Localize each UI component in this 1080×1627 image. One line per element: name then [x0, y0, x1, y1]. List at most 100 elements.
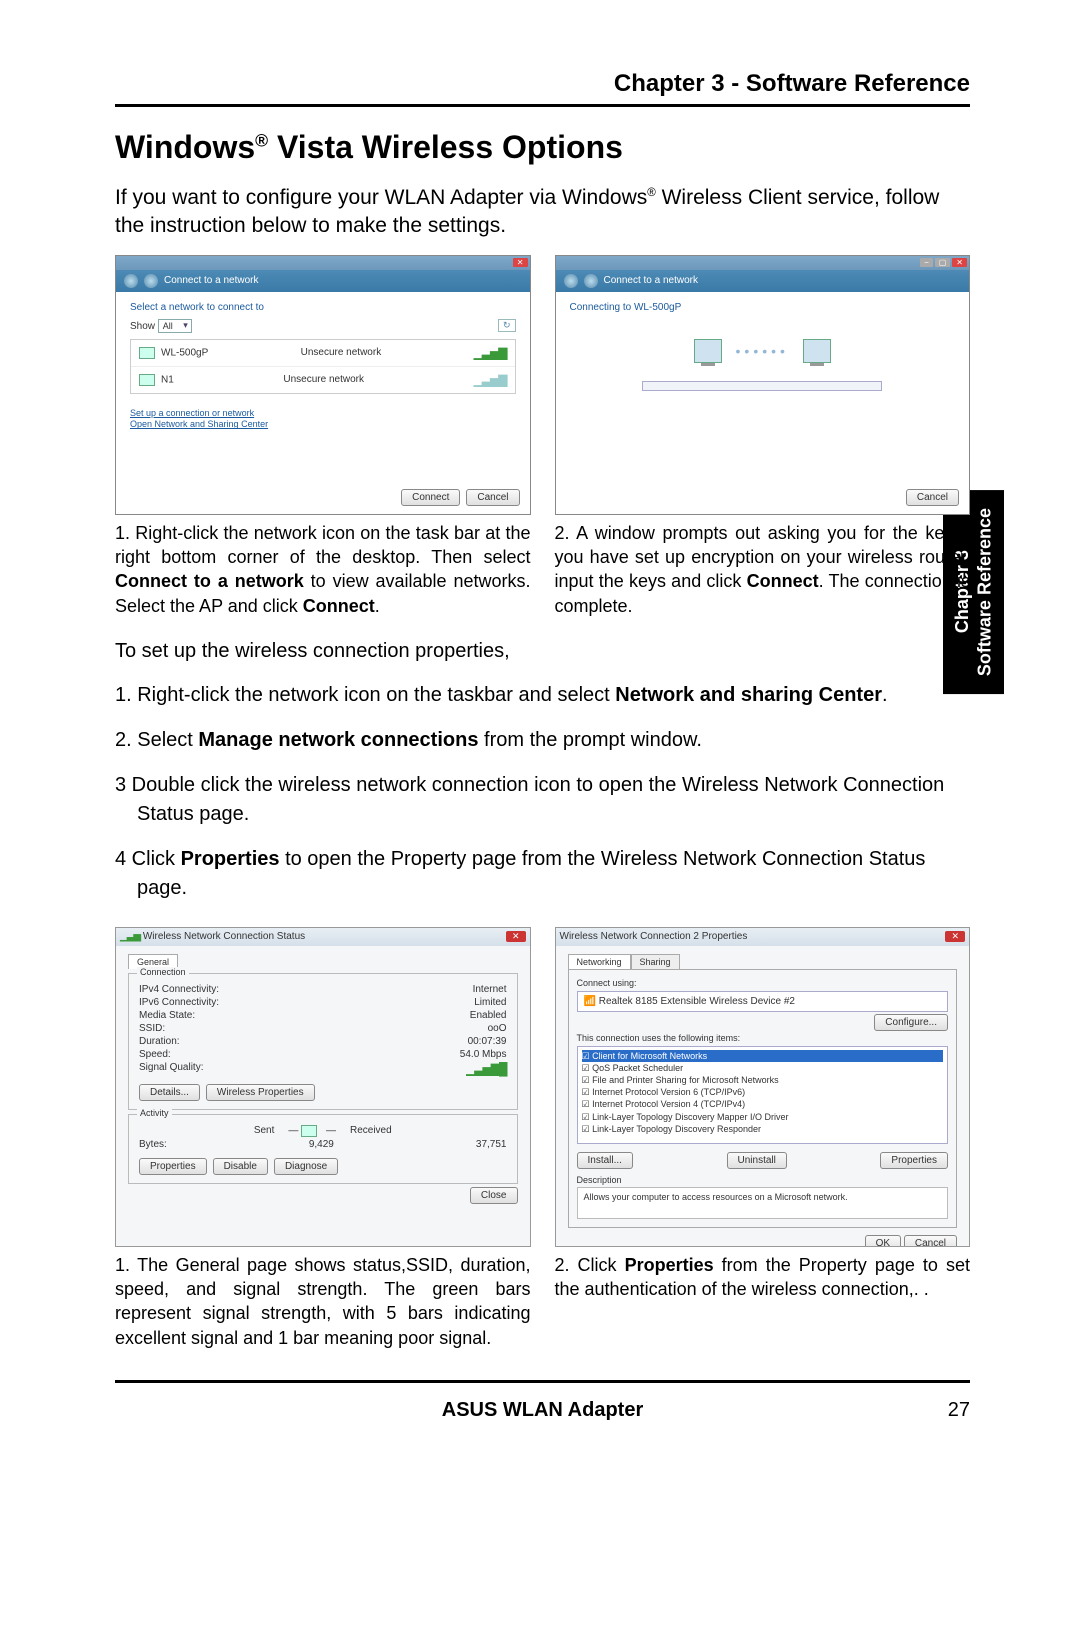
fs-label: Connection [137, 967, 189, 977]
step-1-text: 1. Right-click the network icon on the t… [115, 521, 531, 618]
close-icon[interactable]: ✕ [952, 258, 967, 267]
globe-icon [584, 274, 598, 288]
cancel-button[interactable]: Cancel [904, 1235, 957, 1247]
titlebar: − ▢ ✕ [556, 256, 970, 270]
item-properties-button[interactable]: Properties [880, 1152, 948, 1169]
diagnose-button[interactable]: Diagnose [274, 1158, 338, 1175]
device-box: 📶 Realtek 8185 Extensible Wireless Devic… [577, 991, 949, 1012]
min-icon[interactable]: − [920, 258, 933, 267]
window-footer: Connect Cancel [401, 489, 519, 506]
list-item[interactable]: File and Printer Sharing for Microsoft N… [582, 1074, 944, 1086]
page: Chapter 3 - Software Reference Windows® … [0, 0, 1080, 1422]
window-body: Connecting to WL-500gP •••••• [556, 292, 970, 401]
show-label: Show [130, 321, 155, 332]
details-button[interactable]: Details... [139, 1084, 200, 1101]
list-item[interactable]: Internet Protocol Version 6 (TCP/IPv6) [582, 1086, 944, 1098]
uninstall-button[interactable]: Uninstall [727, 1152, 787, 1169]
net-type: Unsecure network [283, 374, 364, 385]
monitor-icon [301, 1125, 317, 1137]
close-button[interactable]: Close [470, 1187, 518, 1204]
select-heading: Select a network to connect to [130, 302, 516, 313]
screenshot-row-2: ▁▃▅ Wireless Network Connection Status ✕… [115, 927, 970, 1350]
cancel-button[interactable]: Cancel [906, 489, 959, 506]
dlg-title-text: Wireless Network Connection 2 Properties [560, 931, 748, 942]
footer-brand: ASUS WLAN Adapter [442, 1399, 643, 1422]
close-icon[interactable]: ✕ [945, 931, 965, 942]
list-item[interactable]: Link-Layer Topology Discovery Responder [582, 1123, 944, 1135]
footer-rule [115, 1380, 970, 1383]
net-name: WL-500gP [161, 347, 208, 358]
disable-button[interactable]: Disable [213, 1158, 268, 1175]
titlebar: ✕ [116, 256, 530, 270]
activity-fieldset: Activity Sent — — Received Bytes:9,42937… [128, 1114, 518, 1184]
list-item[interactable]: Internet Protocol Version 4 (TCP/IPv4) [582, 1098, 944, 1110]
connection-fieldset: Connection IPv4 Connectivity:Internet IP… [128, 973, 518, 1110]
close-icon[interactable]: ✕ [513, 258, 528, 267]
connecting-window: − ▢ ✕ Connect to a network Connecting to… [555, 255, 971, 515]
properties-button[interactable]: Properties [139, 1158, 207, 1175]
wireless-props-button[interactable]: Wireless Properties [206, 1084, 315, 1101]
signal-icon: ▁▃▅▇█ [466, 1062, 506, 1076]
footer: ASUS WLAN Adapter 27 [115, 1399, 970, 1422]
items-label: This connection uses the following items… [577, 1033, 949, 1043]
ok-button[interactable]: OK [865, 1235, 901, 1247]
header-rule [115, 104, 970, 107]
intro-text: If you want to configure your WLAN Adapt… [115, 184, 970, 241]
globe-icon [144, 274, 158, 288]
back-icon[interactable] [124, 274, 138, 288]
close-icon[interactable]: ✕ [506, 931, 526, 942]
breadcrumb-text: Connect to a network [604, 275, 699, 286]
show-select[interactable]: All [158, 319, 192, 333]
connect-network-window: ✕ Connect to a network Select a network … [115, 255, 531, 515]
network-row[interactable]: N1 Unsecure network ▁▃▅▇ [131, 367, 515, 393]
tab-sharing[interactable]: Sharing [631, 954, 680, 969]
desc-label: Description [577, 1175, 949, 1185]
props-intro: To set up the wireless connection proper… [115, 640, 970, 663]
intro-reg: ® [647, 187, 656, 199]
list-item[interactable]: Link-Layer Topology Discovery Mapper I/O… [582, 1111, 944, 1123]
dlg-body: General Connection IPv4 Connectivity:Int… [116, 946, 530, 1209]
back-icon[interactable] [564, 274, 578, 288]
title-rest: Vista Wireless Options [268, 129, 623, 165]
breadcrumb-text: Connect to a network [164, 275, 259, 286]
setup-link[interactable]: Set up a connection or network [130, 408, 516, 420]
caption-2: 2. Click Properties from the Property pa… [555, 1253, 971, 1302]
connect-button[interactable]: Connect [401, 489, 460, 506]
install-button[interactable]: Install... [577, 1152, 633, 1169]
signal-icon: ▁▃▅▇ [474, 346, 507, 360]
tab-networking[interactable]: Networking [568, 954, 631, 969]
dlg-title-text: Wireless Network Connection Status [143, 931, 305, 942]
window-body: Select a network to connect to Show All … [116, 292, 530, 441]
pc-left-icon [694, 339, 722, 363]
list-item[interactable]: QoS Packet Scheduler [582, 1062, 944, 1074]
link-area: Set up a connection or network Open Netw… [130, 408, 516, 431]
col-right-1: − ▢ ✕ Connect to a network Connecting to… [555, 255, 971, 618]
refresh-button[interactable]: ↻ [498, 319, 516, 332]
page-number: 27 [948, 1399, 970, 1422]
cancel-button[interactable]: Cancel [466, 489, 519, 506]
props-step-2: 2. Select Manage network connections fro… [115, 726, 970, 755]
sharing-link[interactable]: Open Network and Sharing Center [130, 419, 516, 431]
list-item[interactable]: Client for Microsoft Networks [582, 1050, 944, 1062]
dots-icon: •••••• [736, 343, 789, 359]
properties-dialog: Wireless Network Connection 2 Properties… [555, 927, 971, 1247]
network-row[interactable]: WL-500gP Unsecure network ▁▃▅▇ [131, 340, 515, 367]
items-listbox[interactable]: Client for Microsoft Networks QoS Packet… [577, 1046, 949, 1144]
breadcrumb-bar: Connect to a network [556, 270, 970, 292]
status-dialog: ▁▃▅ Wireless Network Connection Status ✕… [115, 927, 531, 1247]
network-list: WL-500gP Unsecure network ▁▃▅▇ N1 Unsecu… [130, 339, 516, 394]
configure-button[interactable]: Configure... [874, 1014, 948, 1031]
col-left-2: ▁▃▅ Wireless Network Connection Status ✕… [115, 927, 531, 1350]
dlg-titlebar: Wireless Network Connection 2 Properties… [556, 928, 970, 946]
max-icon[interactable]: ▢ [935, 258, 951, 267]
chapter-header: Chapter 3 - Software Reference [115, 70, 970, 104]
props-step-3: 3 Double click the wireless network conn… [115, 771, 970, 829]
device-name: Realtek 8185 Extensible Wireless Device … [599, 996, 795, 1007]
col-right-2: Wireless Network Connection 2 Properties… [555, 927, 971, 1350]
props-steps: 1. Right-click the network icon on the t… [115, 681, 970, 903]
caption-1: 1. The General page shows status,SSID, d… [115, 1253, 531, 1350]
connect-using-label: Connect using: [577, 978, 949, 988]
screenshot-row-1: ✕ Connect to a network Select a network … [115, 255, 970, 618]
col-left-1: ✕ Connect to a network Select a network … [115, 255, 531, 618]
signal-icon: ▁▃▅▇ [474, 373, 507, 387]
